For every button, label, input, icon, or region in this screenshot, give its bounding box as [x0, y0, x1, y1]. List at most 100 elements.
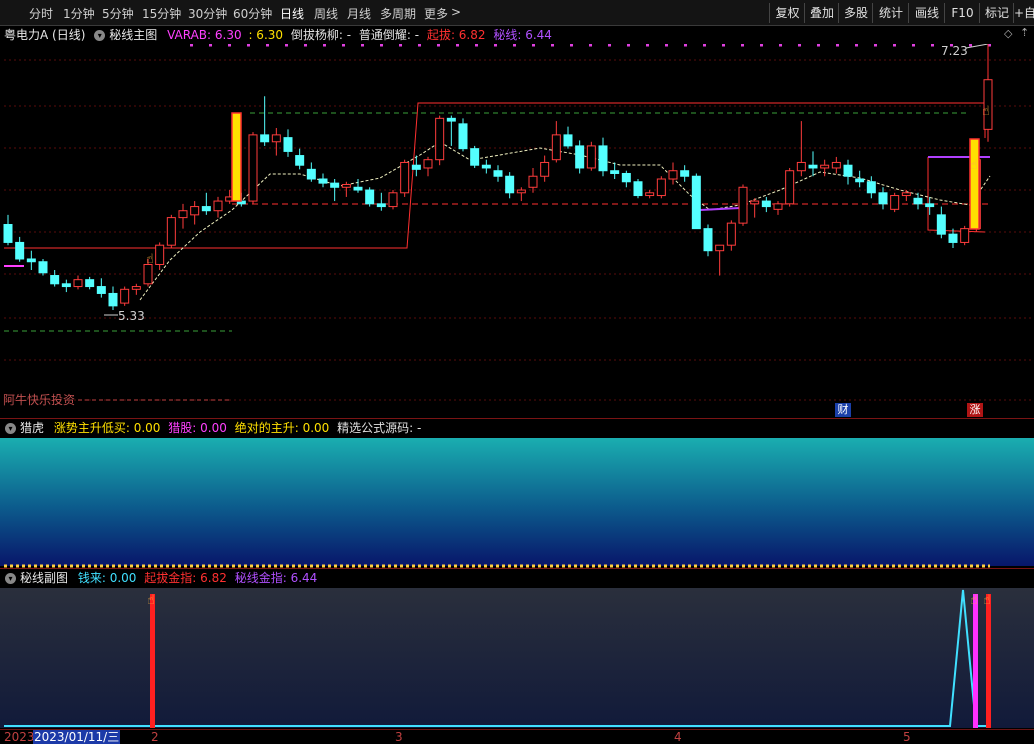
purple-ma-segment	[699, 207, 741, 211]
candle-body	[843, 164, 853, 177]
candle-body	[446, 117, 456, 122]
month-label-5: 5	[903, 730, 911, 744]
qiba-signal-bar	[150, 594, 155, 728]
candle-body	[586, 145, 596, 169]
candle-body	[376, 203, 386, 208]
toolbar: 分时 1分钟 5分钟 15分钟 30分钟 60分钟 日线 周线 月线 多周期 更多 > 复权 叠加 多股统…	[0, 0, 1034, 26]
candle-body	[306, 168, 316, 180]
period-tab-5[interactable]: 60分钟	[233, 5, 272, 22]
candle-body	[808, 164, 818, 169]
toolbar-button-7[interactable]: +自	[1013, 3, 1034, 23]
period-tab-9[interactable]: 多周期	[380, 5, 416, 22]
candle-body	[178, 210, 188, 219]
candle-body	[890, 195, 900, 210]
sub2-item1-label: 钱来	[77, 571, 102, 585]
candle-body	[435, 117, 445, 161]
mixian-value: 6.44	[525, 28, 552, 42]
period-tab-7[interactable]: 周线	[314, 5, 338, 22]
candle-body	[96, 286, 106, 294]
candle-body	[645, 192, 655, 197]
sub2-header: ▾ 秘线副图 钱来: 0.00 起拔金指: 6.82 秘线金指: 6.44	[0, 569, 317, 587]
sub1-gradient-area[interactable]	[0, 438, 1034, 566]
sub1-item1-label: 涨势主升低买	[53, 421, 126, 435]
mixian-label: 秘线	[493, 28, 518, 42]
chevron-down-icon[interactable]: ▾	[5, 423, 16, 434]
candle-body	[703, 228, 713, 252]
period-tab-6[interactable]: 日线	[280, 5, 304, 22]
sub2-name[interactable]: 秘线副图	[20, 571, 68, 585]
candle-body	[201, 206, 211, 212]
candle-body	[598, 145, 608, 172]
toolbar-button-0[interactable]: 复权	[769, 3, 805, 23]
candle-body	[190, 206, 200, 216]
period-tab-10[interactable]: 更多	[424, 5, 448, 22]
period-tab-8[interactable]: 月线	[347, 5, 371, 22]
sub1-name[interactable]: 猎虎	[20, 421, 44, 435]
sub2-item1-value: 0.00	[109, 571, 137, 585]
candle-body	[283, 137, 293, 152]
candle-body	[3, 224, 13, 243]
candle-body	[551, 134, 561, 161]
period-tab-1[interactable]: 1分钟	[63, 5, 95, 22]
candle-body	[855, 178, 865, 183]
period-tab-3[interactable]: 15分钟	[142, 5, 181, 22]
daobayangliu-text: 倒拔杨柳: -	[290, 28, 352, 42]
year-label: 2023	[4, 730, 35, 744]
hand-pointer-icon: ☝	[982, 104, 990, 119]
toolbar-button-6[interactable]: 标记	[979, 3, 1014, 23]
toolbar-button-1[interactable]: 叠加	[804, 3, 839, 23]
chevron-down-icon[interactable]: ▾	[5, 573, 16, 584]
candle-body	[656, 178, 666, 197]
up-arrow-icon[interactable]: ⇡	[1020, 26, 1029, 39]
candle-body	[691, 175, 701, 230]
badge-cai[interactable]: 财	[835, 403, 851, 417]
toolbar-button-2[interactable]: 多股	[838, 3, 873, 23]
candle-body	[61, 283, 71, 288]
month-label-4: 4	[674, 730, 682, 744]
qiba-value: 6.82	[458, 28, 486, 42]
candle-body	[621, 172, 631, 183]
candle-body	[38, 261, 48, 274]
diamond-icon[interactable]: ◇	[1004, 27, 1012, 40]
watermark: 阿牛快乐投资	[3, 393, 76, 407]
indicator-name[interactable]: 秘线主图	[109, 28, 157, 42]
candle-body	[295, 155, 305, 166]
candle-body	[411, 164, 421, 170]
candle-body	[668, 170, 678, 180]
badge-zhang[interactable]: 涨	[967, 403, 983, 417]
toolbar-button-4[interactable]: 画线	[908, 3, 945, 23]
stock-name[interactable]: 粤电力A	[4, 28, 48, 42]
varab-label: VARAB	[167, 28, 208, 42]
candle-body	[796, 161, 806, 172]
period-tab-0[interactable]: 分时	[29, 5, 53, 22]
period-label: (日线)	[52, 28, 86, 42]
chevron-down-icon[interactable]: ▾	[94, 30, 106, 41]
sub2-item2-label: 起拔金指	[144, 571, 193, 585]
sub2-signal-chart[interactable]: ☝ ☝ ☝	[0, 588, 1034, 728]
candle-body	[750, 200, 760, 205]
candle-body	[353, 186, 363, 191]
candle-body	[528, 175, 538, 188]
candle-body	[388, 192, 398, 208]
varab-value2: : 6.30	[248, 28, 284, 42]
candle-body	[773, 203, 783, 210]
period-tab-4[interactable]: 30分钟	[188, 5, 227, 22]
toolbar-button-3[interactable]: 统计	[872, 3, 909, 23]
toolbar-button-5[interactable]: F10	[944, 3, 980, 23]
sub2-item3-value: 6.44	[290, 571, 318, 585]
putongdaoba-text: 普通倒耀: -	[358, 28, 420, 42]
candle-body	[108, 292, 118, 307]
month-label-3: 3	[395, 730, 403, 744]
sub1-item4: 精选公式源码: -	[337, 421, 422, 435]
candle-body	[610, 170, 620, 174]
candle-body	[901, 192, 911, 197]
yellow-signal-bar-right	[969, 138, 980, 230]
candle-body	[563, 134, 573, 147]
candle-body	[505, 175, 515, 194]
candlestick-chart[interactable]: ☝ ☝ ☝	[0, 44, 1034, 418]
more-chevron-icon[interactable]: >	[451, 5, 461, 19]
sub1-item3-label: 绝对的主升	[234, 421, 295, 435]
sub1-item1-value: 0.00	[133, 421, 161, 435]
varab-value: 6.30	[214, 28, 242, 42]
period-tab-2[interactable]: 5分钟	[102, 5, 134, 22]
